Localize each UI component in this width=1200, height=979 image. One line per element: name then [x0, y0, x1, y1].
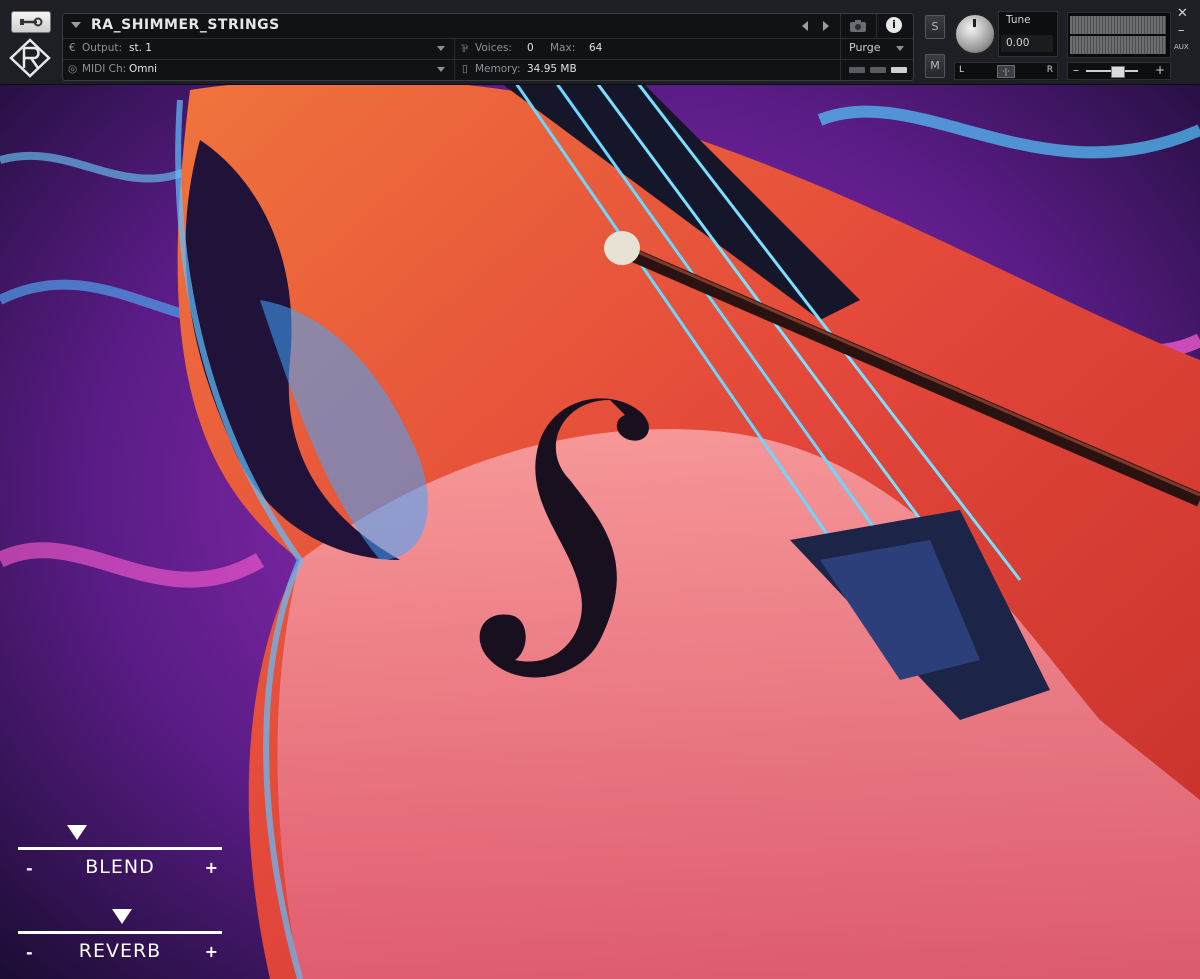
instrument-info-panel: RA_SHIMMER_STRINGS i € Output: st. 1 ⅌ V… [62, 13, 914, 81]
purge-dropdown-icon[interactable] [896, 46, 904, 51]
divider [840, 39, 841, 59]
wrench-icon[interactable] [11, 11, 51, 33]
reverb-label: REVERB [78, 940, 162, 962]
load-indicator [849, 67, 865, 73]
volume-handle[interactable] [1111, 66, 1125, 78]
load-indicator [891, 67, 907, 73]
pan-handle[interactable]: ·|· [997, 65, 1015, 78]
reverb-track[interactable] [18, 931, 222, 934]
memory-icon: ▯ [462, 63, 468, 75]
midi-row: ◎ MIDI Ch: Omni ▯ Memory: 34.95 MB [63, 60, 913, 80]
load-indicator [870, 67, 886, 73]
previous-instrument-icon[interactable] [802, 21, 808, 31]
meter-left-channel [1070, 16, 1166, 34]
meter-right-channel [1070, 36, 1166, 54]
title-row: RA_SHIMMER_STRINGS i [63, 14, 913, 39]
blend-slider[interactable]: - BLEND + [18, 825, 222, 885]
midi-dropdown-icon[interactable] [437, 67, 445, 72]
tune-value[interactable]: 0.00 [1001, 35, 1053, 52]
tune-display: Tune 0.00 [998, 11, 1058, 57]
blend-label: BLEND [85, 856, 155, 878]
midi-icon: ◎ [68, 63, 78, 75]
blend-track[interactable] [18, 847, 222, 850]
blend-handle[interactable] [67, 825, 88, 840]
blend-increase[interactable]: + [205, 858, 218, 877]
instrument-header: RA_SHIMMER_STRINGS i € Output: st. 1 ⅌ V… [0, 0, 1200, 85]
pan-left-label: L [959, 65, 965, 75]
voices-label: Voices: [475, 42, 512, 54]
tune-knob[interactable] [954, 13, 996, 55]
midi-channel-label: MIDI Ch: [82, 63, 127, 75]
divider [840, 60, 841, 80]
volume-up[interactable]: + [1155, 63, 1165, 77]
divider [454, 39, 455, 59]
output-row: € Output: st. 1 ⅌ Voices: 0 Max: 64 Purg… [63, 39, 913, 60]
info-icon[interactable]: i [886, 17, 902, 33]
divider [876, 14, 877, 38]
output-icon: € [69, 42, 76, 54]
reverb-handle[interactable] [112, 909, 133, 924]
close-icon[interactable]: ✕ [1177, 6, 1188, 21]
voices-icon: ⅌ [461, 43, 468, 55]
volume-slider[interactable]: – + [1067, 62, 1171, 80]
pan-right-label: R [1046, 65, 1053, 75]
pan-slider[interactable]: L ·|· R [954, 62, 1058, 80]
instrument-title[interactable]: RA_SHIMMER_STRINGS [91, 17, 280, 33]
output-label: Output: [82, 42, 123, 54]
max-label: Max: [550, 42, 576, 54]
voices-value: 0 [527, 42, 534, 54]
memory-value: 34.95 MB [527, 63, 577, 75]
reverb-increase[interactable]: + [205, 942, 218, 961]
knob-indicator [973, 19, 976, 27]
purge-button[interactable]: Purge [849, 41, 881, 54]
output-dropdown-icon[interactable] [437, 46, 445, 51]
max-voices-value[interactable]: 64 [589, 42, 602, 54]
solo-button[interactable]: S [925, 15, 945, 39]
volume-down[interactable]: – [1073, 63, 1079, 77]
minimize-icon[interactable]: – [1178, 23, 1185, 38]
camera-icon[interactable] [849, 18, 867, 32]
mute-button[interactable]: M [925, 54, 945, 78]
midi-channel-value[interactable]: Omni [129, 63, 157, 75]
level-meter [1067, 12, 1171, 58]
reverb-slider[interactable]: - REVERB + [18, 909, 222, 969]
next-instrument-icon[interactable] [823, 21, 829, 31]
divider [454, 60, 455, 80]
aux-button[interactable]: AUX [1174, 43, 1189, 51]
divider [840, 14, 841, 38]
tune-label: Tune [1006, 14, 1031, 26]
collapse-caret-icon[interactable] [71, 22, 81, 28]
logo-icon [9, 38, 51, 78]
memory-label: Memory: [475, 63, 521, 75]
instrument-window: RA_SHIMMER_STRINGS i € Output: st. 1 ⅌ V… [0, 0, 1200, 979]
output-value[interactable]: st. 1 [129, 42, 152, 54]
